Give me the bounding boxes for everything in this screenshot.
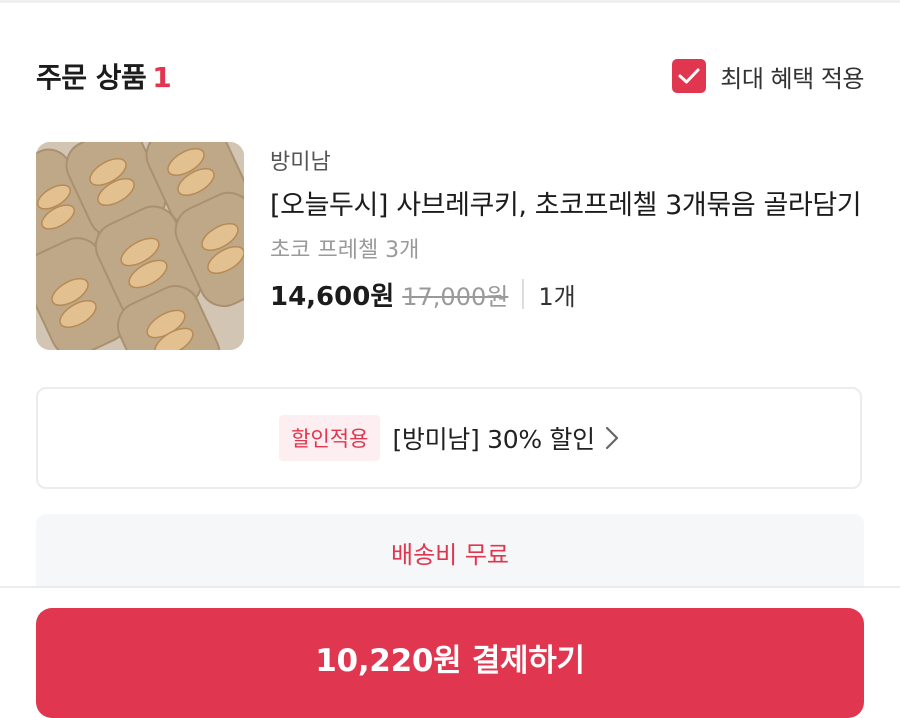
- checkmark-icon: [678, 68, 700, 84]
- product-name[interactable]: [오늘두시] 사브레쿠키, 초코프레첼 3개묶음 골라담기: [270, 186, 866, 226]
- quantity: 1개: [538, 282, 576, 311]
- product-option: 초코 프레첼 3개: [270, 238, 420, 263]
- seller-name[interactable]: 방미남: [270, 144, 866, 176]
- item-count: 1: [152, 61, 172, 94]
- chevron-right-icon[interactable]: [605, 426, 619, 450]
- product-image[interactable]: [36, 142, 244, 350]
- price-row: 14,600원 17,000원 1개: [270, 276, 866, 312]
- product-item: 방미남 [오늘두시] 사브레쿠키, 초코프레첼 3개묶음 골라담기 초코 프레첼…: [36, 142, 866, 362]
- discount-text[interactable]: [방미남] 30% 할인: [392, 420, 595, 456]
- product-info: 방미남 [오늘두시] 사브레쿠키, 초코프레첼 3개묶음 골라담기 초코 프레첼…: [270, 142, 866, 312]
- price-divider: [522, 279, 525, 309]
- discount-applied-tag: 할인적용: [279, 415, 381, 461]
- section-title: 주문 상품 1: [36, 56, 172, 96]
- max-benefit-toggle[interactable]: 최대 혜택 적용: [672, 58, 864, 94]
- original-price: 17,000원: [402, 282, 509, 311]
- cookie-tray-photo: [36, 142, 244, 350]
- max-benefit-label[interactable]: 최대 혜택 적용: [720, 59, 864, 94]
- section-title-text: 주문 상품: [36, 61, 147, 94]
- top-divider: [0, 0, 900, 3]
- checkout-bar: 10,220원 결제하기: [0, 586, 900, 718]
- checkout-button[interactable]: 10,220원 결제하기: [36, 608, 864, 718]
- checkout-button-label[interactable]: 10,220원 결제하기: [315, 635, 585, 680]
- shipping-fee-label: 배송비 무료: [390, 540, 510, 569]
- sale-price: 14,600원: [270, 281, 395, 312]
- discount-coupon-selector[interactable]: 할인적용 [방미남] 30% 할인: [36, 387, 862, 489]
- order-section-header: 주문 상품 1 최대 혜택 적용: [36, 56, 864, 96]
- max-benefit-checkbox[interactable]: [672, 59, 707, 93]
